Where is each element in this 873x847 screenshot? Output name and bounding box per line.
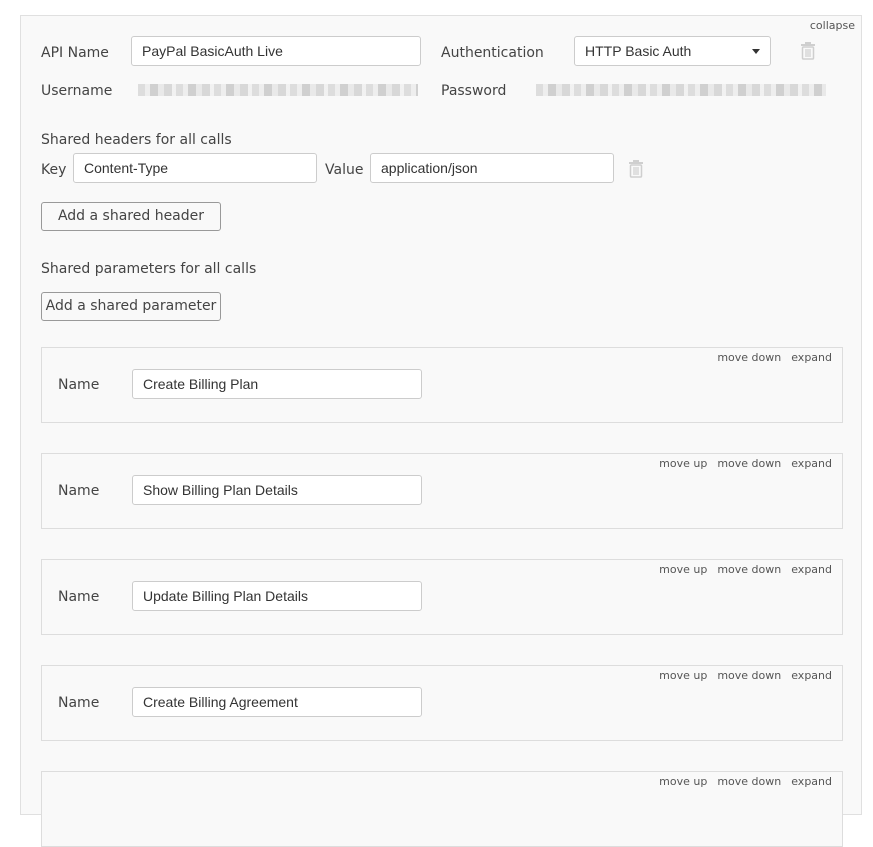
move-down-link[interactable]: move down	[717, 351, 781, 365]
api-name-label: API Name	[41, 45, 109, 61]
move-up-link[interactable]: move up	[659, 457, 707, 471]
move-down-link[interactable]: move down	[717, 563, 781, 577]
authentication-label: Authentication	[441, 45, 544, 61]
add-shared-parameter-button[interactable]: Add a shared parameter	[41, 292, 221, 321]
api-call-card: move up move down expand Name Show Billi…	[41, 453, 843, 529]
header-key-input[interactable]: Content-Type	[73, 153, 317, 183]
move-up-link[interactable]: move up	[659, 775, 707, 789]
trash-icon[interactable]	[800, 42, 816, 60]
call-card-actions: move up move down expand	[659, 457, 832, 471]
add-shared-header-button[interactable]: Add a shared header	[41, 202, 221, 231]
api-settings-panel: collapse API Name PayPal BasicAuth Live …	[20, 15, 862, 847]
trash-icon[interactable]	[628, 160, 644, 178]
call-name-label: Name	[58, 377, 100, 393]
api-call-card: move down expand Name Create Billing Pla…	[41, 347, 843, 423]
shared-parameters-title: Shared parameters for all calls	[41, 261, 257, 277]
password-field-redacted[interactable]	[536, 84, 826, 96]
username-field-redacted[interactable]	[138, 84, 418, 96]
call-card-actions: move up move down expand	[659, 669, 832, 683]
expand-link[interactable]: expand	[791, 669, 832, 683]
expand-link[interactable]: expand	[791, 775, 832, 789]
call-name-input[interactable]: Create Billing Plan	[132, 369, 422, 399]
call-name-input[interactable]: Update Billing Plan Details	[132, 581, 422, 611]
password-label: Password	[441, 83, 507, 99]
move-down-link[interactable]: move down	[717, 457, 781, 471]
header-value-input[interactable]: application/json	[370, 153, 614, 183]
api-name-input[interactable]: PayPal BasicAuth Live	[131, 36, 421, 66]
move-down-link[interactable]: move down	[717, 669, 781, 683]
call-card-actions: move down expand	[717, 351, 832, 365]
authentication-select[interactable]: HTTP Basic Auth	[574, 36, 771, 66]
call-name-label: Name	[58, 483, 100, 499]
caret-down-icon	[752, 49, 760, 54]
api-call-card: move up move down expand	[41, 771, 843, 847]
expand-link[interactable]: expand	[791, 351, 832, 365]
header-key-label: Key	[41, 162, 67, 178]
call-card-actions: move up move down expand	[659, 775, 832, 789]
move-down-link[interactable]: move down	[717, 775, 781, 789]
expand-link[interactable]: expand	[791, 563, 832, 577]
authentication-selected-value: HTTP Basic Auth	[585, 43, 692, 59]
shared-headers-title: Shared headers for all calls	[41, 132, 232, 148]
expand-link[interactable]: expand	[791, 457, 832, 471]
call-name-label: Name	[58, 695, 100, 711]
collapse-link[interactable]: collapse	[810, 19, 855, 33]
call-name-label: Name	[58, 589, 100, 605]
api-call-card: move up move down expand Name Update Bil…	[41, 559, 843, 635]
call-name-input[interactable]: Show Billing Plan Details	[132, 475, 422, 505]
header-value-label: Value	[325, 162, 364, 178]
call-name-input[interactable]: Create Billing Agreement	[132, 687, 422, 717]
call-card-actions: move up move down expand	[659, 563, 832, 577]
move-up-link[interactable]: move up	[659, 563, 707, 577]
api-call-card: move up move down expand Name Create Bil…	[41, 665, 843, 741]
username-label: Username	[41, 83, 113, 99]
move-up-link[interactable]: move up	[659, 669, 707, 683]
